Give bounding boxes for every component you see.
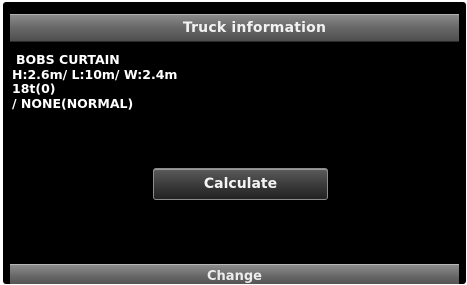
truck-weight: 18t(0) [12, 81, 56, 96]
change-button[interactable]: Change [10, 264, 459, 284]
truck-dimensions: H:2.6m/ L:10m/ W:2.4m [12, 66, 178, 82]
device-screen: Truck information BOBS CURTAIN H:2.6m/ L… [3, 2, 466, 284]
title-bar: Truck information [10, 14, 459, 42]
calculate-button[interactable]: Calculate [153, 168, 328, 200]
page-title: Truck information [182, 20, 327, 36]
truck-name: BOBS CURTAIN [16, 52, 120, 67]
truck-hazard: / NONE(NORMAL) [12, 95, 134, 111]
truck-info-panel: BOBS CURTAIN H:2.6m/ L:10m/ W:2.4m 18t(0… [12, 52, 178, 111]
